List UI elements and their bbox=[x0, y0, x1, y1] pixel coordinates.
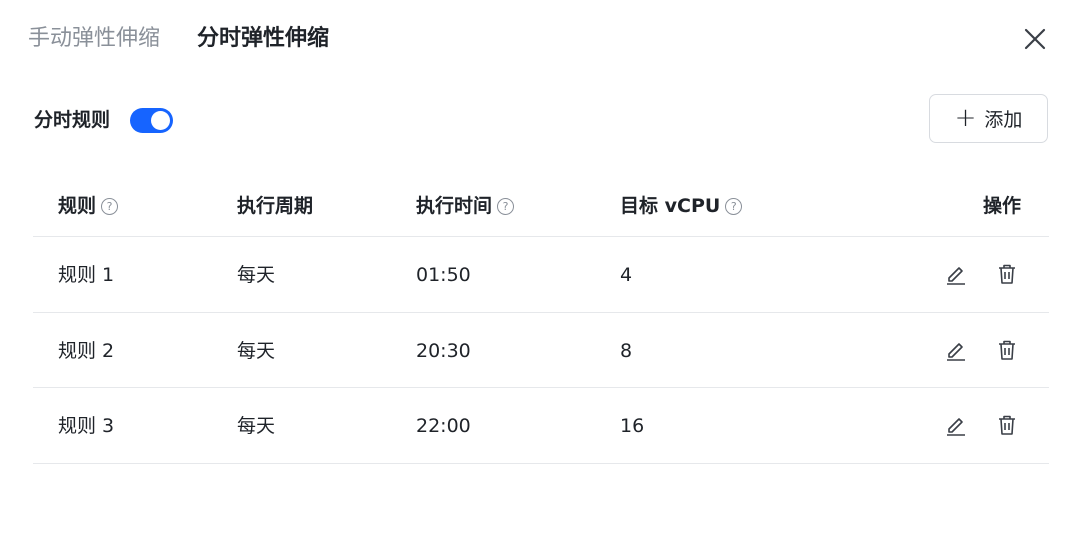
toggle-knob bbox=[151, 111, 170, 130]
column-header-period: 执行周期 bbox=[237, 192, 313, 220]
cell-time: 22:00 bbox=[416, 415, 471, 437]
delete-icon[interactable] bbox=[996, 263, 1018, 285]
row-divider bbox=[33, 312, 1049, 313]
plus-icon: + bbox=[954, 102, 977, 133]
close-icon[interactable] bbox=[1020, 24, 1050, 54]
column-header-actions: 操作 bbox=[983, 192, 1021, 220]
column-header-rule: 规则 ? bbox=[58, 192, 119, 220]
cell-period: 每天 bbox=[237, 264, 276, 286]
help-icon[interactable]: ? bbox=[101, 197, 119, 215]
add-button[interactable]: + 添加 bbox=[929, 94, 1048, 143]
delete-icon[interactable] bbox=[996, 414, 1018, 436]
edit-icon[interactable] bbox=[945, 263, 967, 285]
help-icon[interactable]: ? bbox=[497, 197, 515, 215]
cell-period: 每天 bbox=[237, 340, 276, 362]
tab-manual-scaling[interactable]: 手动弹性伸缩 bbox=[28, 24, 160, 54]
column-header-vcpu: 目标 vCPU ? bbox=[620, 192, 743, 220]
column-header-period-label: 执行周期 bbox=[237, 195, 314, 217]
edit-icon[interactable] bbox=[945, 339, 967, 361]
tab-scheduled-scaling[interactable]: 分时弹性伸缩 bbox=[197, 24, 329, 54]
edit-icon[interactable] bbox=[945, 414, 967, 436]
cell-time: 01:50 bbox=[416, 264, 471, 286]
column-header-vcpu-label: 目标 vCPU bbox=[620, 195, 721, 217]
switch-label: 分时规则 bbox=[34, 109, 111, 131]
help-icon[interactable]: ? bbox=[725, 197, 743, 215]
add-button-label: 添加 bbox=[984, 109, 1023, 131]
cell-vcpu: 4 bbox=[620, 264, 633, 286]
scheduled-rule-toggle[interactable] bbox=[130, 108, 173, 133]
cell-period: 每天 bbox=[237, 415, 276, 437]
cell-vcpu: 8 bbox=[620, 340, 633, 362]
column-header-actions-label: 操作 bbox=[983, 195, 1022, 217]
cell-rule: 规则 1 bbox=[58, 264, 115, 286]
column-header-time: 执行时间 ? bbox=[416, 192, 515, 220]
row-divider bbox=[33, 387, 1049, 388]
delete-icon[interactable] bbox=[996, 339, 1018, 361]
cell-time: 20:30 bbox=[416, 340, 471, 362]
cell-rule: 规则 2 bbox=[58, 340, 115, 362]
column-header-rule-label: 规则 bbox=[58, 195, 97, 217]
table-divider bbox=[33, 236, 1049, 237]
cell-vcpu: 16 bbox=[620, 415, 645, 437]
row-divider bbox=[33, 463, 1049, 464]
column-header-time-label: 执行时间 bbox=[416, 195, 493, 217]
cell-rule: 规则 3 bbox=[58, 415, 115, 437]
